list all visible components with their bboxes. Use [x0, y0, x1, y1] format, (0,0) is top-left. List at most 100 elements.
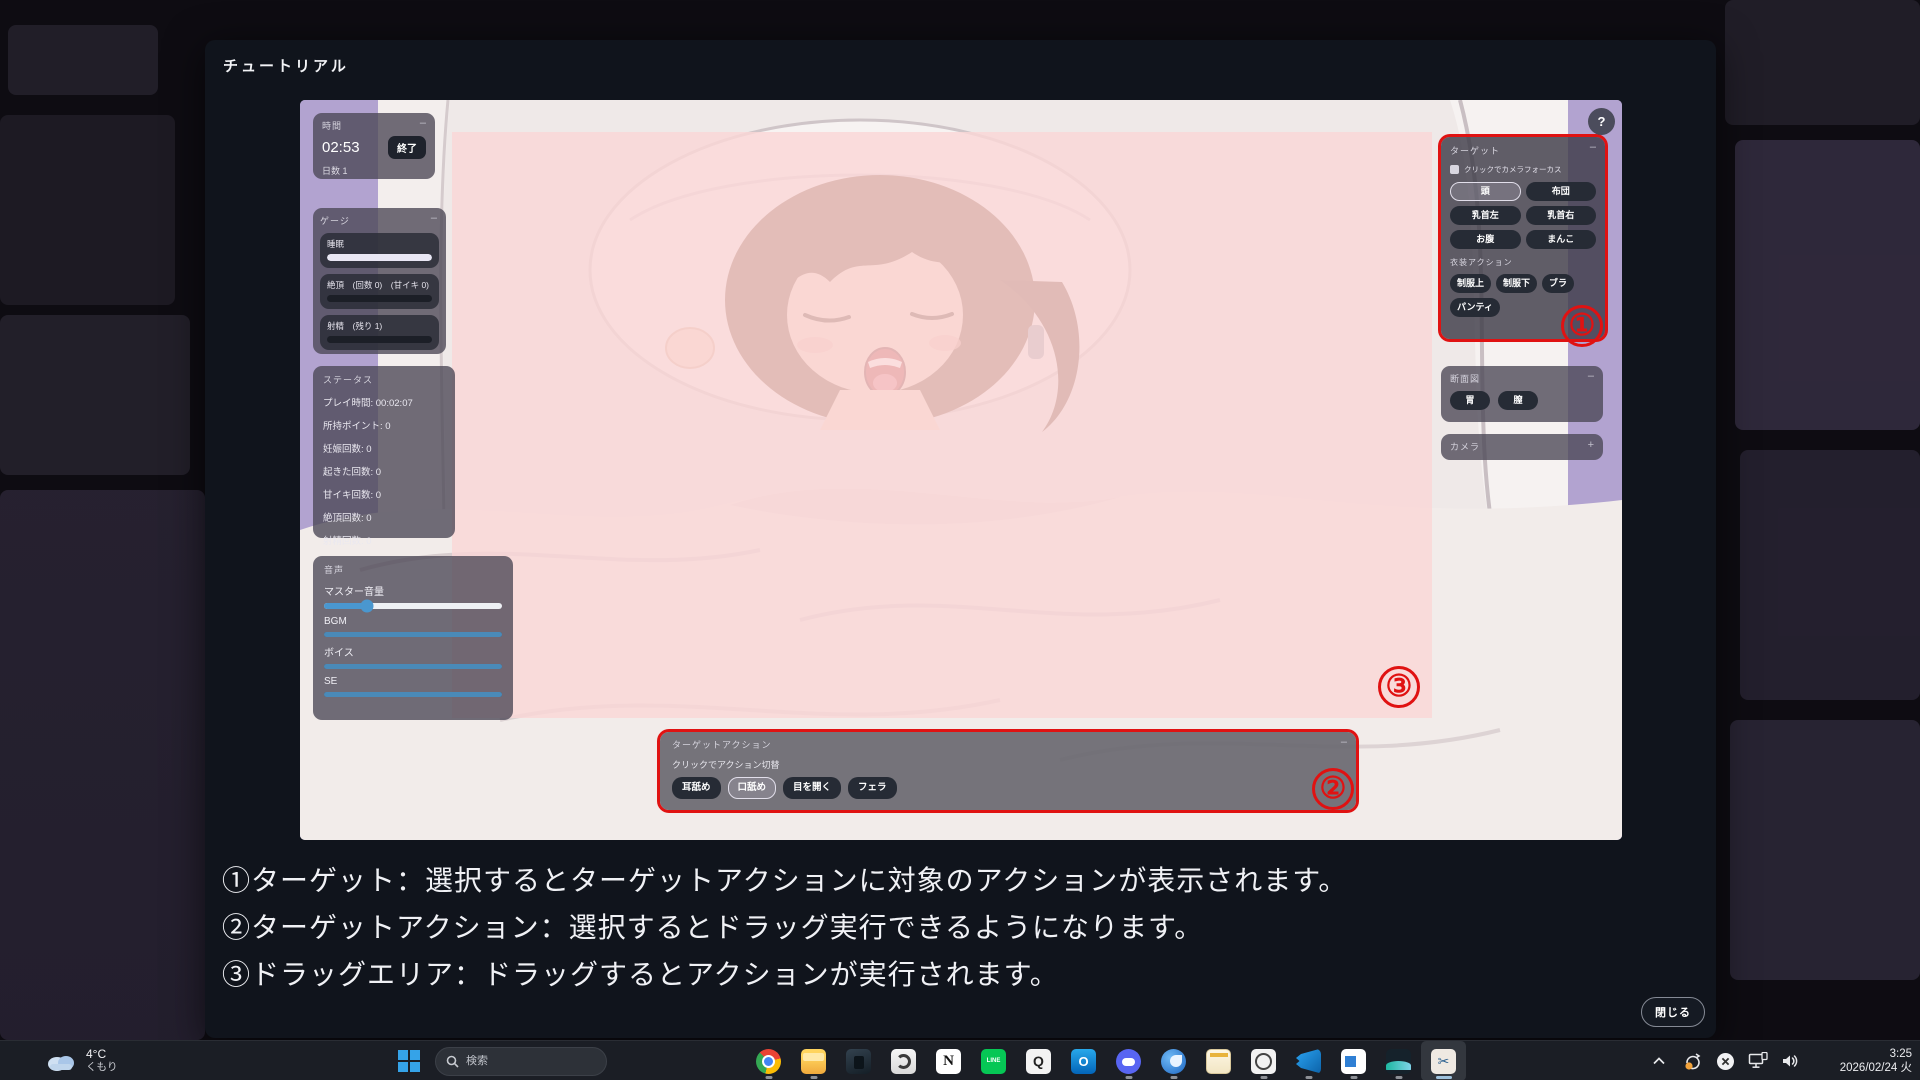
cross-section-button[interactable]: 膣	[1498, 391, 1538, 410]
taskbar-app[interactable]	[746, 1041, 791, 1080]
minimize-icon[interactable]: –	[1588, 370, 1594, 382]
minimize-icon[interactable]: –	[420, 117, 426, 129]
action-button[interactable]: 口舐め	[728, 777, 777, 799]
background-window	[1735, 140, 1920, 430]
minimize-icon[interactable]: –	[1341, 736, 1347, 748]
chrome-icon	[756, 1049, 781, 1074]
weather-widget[interactable]: 4°C くもり	[44, 1041, 118, 1080]
taskbar-app[interactable]	[1016, 1041, 1061, 1080]
game-viewport: ③ 時間 – 02:53 終了 日数 1 ゲージ – 睡眠	[300, 100, 1622, 840]
annotation-badge-3: ③	[1378, 666, 1420, 708]
slider-handle[interactable]	[360, 600, 373, 613]
gauge-bar: 射精 (残り 1)	[320, 315, 439, 350]
sync-icon[interactable]	[1681, 1050, 1703, 1072]
taskbar-app[interactable]	[836, 1041, 881, 1080]
weather-temp: 4°C	[86, 1048, 118, 1061]
volume-slider[interactable]: ボイス	[324, 644, 502, 669]
status-row: プレイ時間: 00:02:07	[323, 395, 445, 409]
taskbar-app[interactable]	[1421, 1041, 1466, 1080]
taskbar-app[interactable]	[1286, 1041, 1331, 1080]
taskbar-app[interactable]	[1106, 1041, 1151, 1080]
cloud-icon	[44, 1049, 78, 1073]
annotation-badge-1: ①	[1561, 305, 1603, 347]
drag-area[interactable]	[452, 132, 1432, 718]
taskbar-app[interactable]	[1196, 1041, 1241, 1080]
status-row: 起きた回数: 0	[323, 464, 445, 478]
close-circle-icon[interactable]	[1714, 1050, 1736, 1072]
question-icon: ?	[1598, 114, 1606, 129]
taskbar-app[interactable]	[971, 1041, 1016, 1080]
target-panel: ターゲット – クリックでカメラフォーカス 頭 布団 乳首左 乳首右 お腹	[1441, 137, 1605, 339]
speaker-icon[interactable]	[1780, 1050, 1802, 1072]
cross-section-button[interactable]: 胃	[1450, 391, 1490, 410]
target-action-title: ターゲットアクション	[672, 738, 1344, 751]
costume-button[interactable]: 制服下	[1496, 274, 1537, 293]
camera-focus-checkbox[interactable]: クリックでカメラフォーカス	[1450, 164, 1596, 175]
tutorial-line: ③ドラッグエリア：ドラッグするとアクションが実行されます。	[222, 952, 1347, 999]
status-row: 甘イキ回数: 0	[323, 487, 445, 501]
network-icon[interactable]	[1747, 1050, 1769, 1072]
status-panel-title: ステータス	[323, 373, 445, 386]
annotation-badge-2: ②	[1312, 768, 1354, 810]
checkbox-icon[interactable]	[1450, 165, 1459, 174]
chevron-up-icon[interactable]	[1648, 1050, 1670, 1072]
time-panel-title: 時間	[322, 119, 426, 132]
running-indicator	[1350, 1076, 1357, 1079]
taskbar-app[interactable]	[1061, 1041, 1106, 1080]
target-button[interactable]: 乳首左	[1450, 206, 1521, 225]
cross-section-panel: 断面図 – 胃 膣	[1441, 366, 1603, 422]
minimize-icon[interactable]: –	[1590, 141, 1596, 153]
status-row: 所持ポイント: 0	[323, 418, 445, 432]
help-button[interactable]: ?	[1588, 108, 1615, 135]
notion-icon	[936, 1049, 961, 1074]
target-button[interactable]: 乳首右	[1526, 206, 1597, 225]
background-window	[1725, 0, 1920, 125]
tutorial-line: ①ターゲット：選択するとターゲットアクションに対象のアクションが表示されます。	[222, 858, 1347, 905]
expand-icon[interactable]: +	[1588, 439, 1594, 451]
action-button[interactable]: フェラ	[848, 777, 897, 799]
audio-panel: 音声 マスター音量 BGM	[313, 556, 513, 720]
costume-button[interactable]: 制服上	[1450, 274, 1491, 293]
time-panel: 時間 – 02:53 終了 日数 1	[313, 113, 435, 179]
tray-time: 3:25	[1840, 1047, 1912, 1061]
taskbar-app[interactable]	[1376, 1041, 1421, 1080]
day-counter: 日数 1	[322, 164, 426, 177]
close-button[interactable]: 閉じる	[1641, 997, 1705, 1027]
gauge-panel-title: ゲージ	[320, 214, 439, 227]
target-button[interactable]: お腹	[1450, 230, 1521, 249]
volume-slider[interactable]: BGM	[324, 616, 502, 637]
action-button[interactable]: 耳舐め	[672, 777, 721, 799]
windows-logo-icon	[398, 1050, 420, 1072]
action-button[interactable]: 目を開く	[783, 777, 841, 799]
background-window	[0, 115, 175, 305]
target-button[interactable]: 布団	[1526, 182, 1597, 201]
camera-panel[interactable]: カメラ +	[1441, 434, 1603, 460]
taskbar-app[interactable]	[791, 1041, 836, 1080]
volume-slider[interactable]: SE	[324, 676, 502, 697]
target-panel-title: ターゲット	[1450, 144, 1596, 157]
target-button[interactable]: 頭	[1450, 182, 1521, 201]
background-window	[0, 490, 205, 1040]
gauge-bar: 絶頂 (回数 0) (甘イキ 0)	[320, 274, 439, 309]
taskbar-app[interactable]	[1241, 1041, 1286, 1080]
cross-section-title: 断面図	[1450, 372, 1594, 385]
costume-button[interactable]: ブラ	[1542, 274, 1574, 293]
costume-button[interactable]: パンティ	[1450, 298, 1500, 317]
start-button[interactable]	[392, 1041, 426, 1080]
running-indicator	[1395, 1076, 1402, 1079]
status-row: 妊娠回数: 0	[323, 441, 445, 455]
search-input[interactable]	[466, 1055, 576, 1067]
tray-clock[interactable]: 3:25 2026/02/24 火	[1840, 1041, 1912, 1080]
taskbar-search[interactable]	[435, 1047, 607, 1076]
end-button[interactable]: 終了	[388, 136, 426, 159]
target-button[interactable]: まんこ	[1526, 230, 1597, 249]
weather-condition: くもり	[86, 1061, 118, 1074]
taskbar-app[interactable]	[926, 1041, 971, 1080]
tutorial-line: ②ターゲットアクション：選択するとドラッグ実行できるようになります。	[222, 905, 1347, 952]
taskbar-app[interactable]	[1151, 1041, 1196, 1080]
snipping-tool-icon	[1431, 1049, 1456, 1074]
minimize-icon[interactable]: –	[431, 212, 437, 224]
taskbar-app[interactable]	[881, 1041, 926, 1080]
volume-slider[interactable]: マスター音量	[324, 583, 502, 609]
taskbar-app[interactable]	[1331, 1041, 1376, 1080]
